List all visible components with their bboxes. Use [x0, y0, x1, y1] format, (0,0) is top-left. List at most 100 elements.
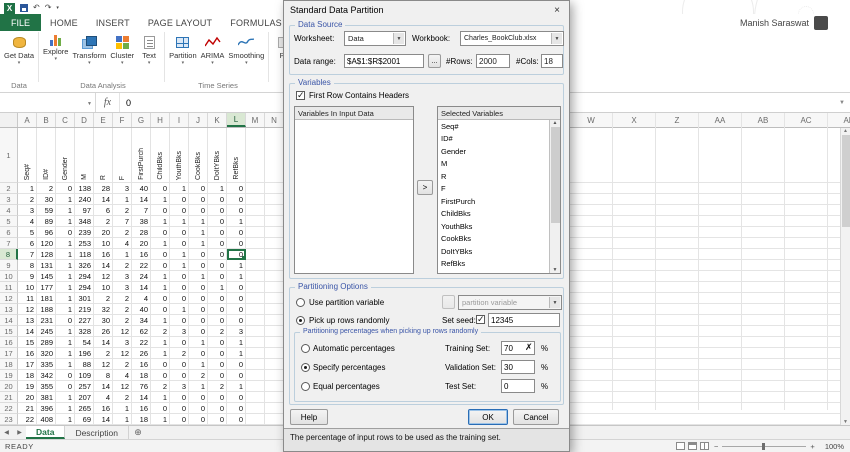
- cell-K23[interactable]: 0: [208, 414, 227, 425]
- cell-E14[interactable]: 30: [94, 315, 113, 326]
- cell-L21[interactable]: 0: [227, 392, 246, 403]
- cell-B5[interactable]: 89: [37, 216, 56, 227]
- partition-variable-picker-button[interactable]: [442, 295, 455, 309]
- column-header-AB[interactable]: AB: [742, 113, 785, 127]
- page-layout-view-icon[interactable]: [688, 442, 697, 450]
- ribbon-button-get-data[interactable]: Get Data ▾: [2, 32, 36, 65]
- cell-I16[interactable]: 0: [170, 337, 189, 348]
- cell-G23[interactable]: 18: [132, 414, 151, 425]
- cell-H13[interactable]: 0: [151, 304, 170, 315]
- cell-N22[interactable]: [265, 403, 284, 414]
- cell-E10[interactable]: 12: [94, 271, 113, 282]
- cell-H18[interactable]: 0: [151, 359, 170, 370]
- cell-N8[interactable]: [265, 249, 284, 260]
- cell-G14[interactable]: 34: [132, 315, 151, 326]
- cell-F17[interactable]: 12: [113, 348, 132, 359]
- cell-F20[interactable]: 12: [113, 381, 132, 392]
- cell-M12[interactable]: [246, 293, 265, 304]
- cell-K20[interactable]: 2: [208, 381, 227, 392]
- cell-J6[interactable]: 1: [189, 227, 208, 238]
- cell-M4[interactable]: [246, 205, 265, 216]
- column-header-D[interactable]: D: [75, 113, 94, 127]
- column-header-K[interactable]: K: [208, 113, 227, 127]
- sheet-tab-description[interactable]: Description: [65, 426, 129, 439]
- cell-K5[interactable]: 0: [208, 216, 227, 227]
- cell-H1[interactable]: ChildBks: [151, 128, 170, 183]
- cell-M10[interactable]: [246, 271, 265, 282]
- row-header-12[interactable]: 12: [0, 293, 18, 304]
- column-header-X[interactable]: X: [613, 113, 656, 127]
- cell-F5[interactable]: 7: [113, 216, 132, 227]
- cell-C6[interactable]: 0: [56, 227, 75, 238]
- pick-rows-randomly-radio[interactable]: [296, 316, 305, 325]
- cell-C8[interactable]: 1: [56, 249, 75, 260]
- empty-cells-region[interactable]: [570, 128, 840, 425]
- cell-M8[interactable]: [246, 249, 265, 260]
- cell-I14[interactable]: 0: [170, 315, 189, 326]
- row-header-4[interactable]: 4: [0, 205, 18, 216]
- cell-E9[interactable]: 14: [94, 260, 113, 271]
- selected-variable[interactable]: ChildBks: [438, 208, 560, 221]
- cell-L15[interactable]: 3: [227, 326, 246, 337]
- cell-I17[interactable]: 2: [170, 348, 189, 359]
- cell-C2[interactable]: 0: [56, 183, 75, 194]
- cell-H23[interactable]: 1: [151, 414, 170, 425]
- cell-C20[interactable]: 0: [56, 381, 75, 392]
- row-header-10[interactable]: 10: [0, 271, 18, 282]
- cell-F12[interactable]: 2: [113, 293, 132, 304]
- cell-A18[interactable]: 17: [18, 359, 37, 370]
- cell-D18[interactable]: 88: [75, 359, 94, 370]
- cell-H12[interactable]: 0: [151, 293, 170, 304]
- row-header-6[interactable]: 6: [0, 227, 18, 238]
- cell-H16[interactable]: 1: [151, 337, 170, 348]
- cell-L8[interactable]: 0: [227, 249, 246, 260]
- cell-H17[interactable]: 1: [151, 348, 170, 359]
- cell-D4[interactable]: 97: [75, 205, 94, 216]
- cell-B19[interactable]: 342: [37, 370, 56, 381]
- cell-E22[interactable]: 16: [94, 403, 113, 414]
- row-header-8[interactable]: 8: [0, 249, 18, 260]
- workbook-select[interactable]: Charles_BookClub.xlsx ▼: [460, 31, 564, 46]
- cell-B17[interactable]: 320: [37, 348, 56, 359]
- cell-M20[interactable]: [246, 381, 265, 392]
- column-header-E[interactable]: E: [94, 113, 113, 127]
- cell-I4[interactable]: 0: [170, 205, 189, 216]
- cell-N18[interactable]: [265, 359, 284, 370]
- cell-B2[interactable]: 2: [37, 183, 56, 194]
- cell-N19[interactable]: [265, 370, 284, 381]
- cell-C13[interactable]: 1: [56, 304, 75, 315]
- ribbon-tab-page-layout[interactable]: PAGE LAYOUT: [139, 14, 221, 31]
- cell-K2[interactable]: 1: [208, 183, 227, 194]
- cell-E13[interactable]: 32: [94, 304, 113, 315]
- worksheet-select[interactable]: Data ▼: [344, 31, 406, 46]
- cell-F16[interactable]: 3: [113, 337, 132, 348]
- seed-input[interactable]: [488, 313, 560, 327]
- cell-N17[interactable]: [265, 348, 284, 359]
- cell-C1[interactable]: Gender: [56, 128, 75, 183]
- cell-F11[interactable]: 3: [113, 282, 132, 293]
- cell-E17[interactable]: 2: [94, 348, 113, 359]
- cell-J19[interactable]: 2: [189, 370, 208, 381]
- selected-variable[interactable]: R: [438, 170, 560, 183]
- cell-J10[interactable]: 1: [189, 271, 208, 282]
- ribbon-tab-insert[interactable]: INSERT: [87, 14, 139, 31]
- cell-F15[interactable]: 12: [113, 326, 132, 337]
- cell-I5[interactable]: 1: [170, 216, 189, 227]
- ribbon-button-cluster[interactable]: Cluster ▾: [108, 32, 136, 65]
- row-header-21[interactable]: 21: [0, 392, 18, 403]
- cell-K15[interactable]: 2: [208, 326, 227, 337]
- cell-J7[interactable]: 1: [189, 238, 208, 249]
- zoom-level[interactable]: 100%: [825, 442, 844, 451]
- cell-D9[interactable]: 326: [75, 260, 94, 271]
- row-header-16[interactable]: 16: [0, 337, 18, 348]
- cell-N1[interactable]: [265, 128, 284, 183]
- cell-N10[interactable]: [265, 271, 284, 282]
- cell-A6[interactable]: 5: [18, 227, 37, 238]
- cell-H21[interactable]: 1: [151, 392, 170, 403]
- cell-D19[interactable]: 109: [75, 370, 94, 381]
- cell-K12[interactable]: 0: [208, 293, 227, 304]
- ribbon-tab-formulas[interactable]: FORMULAS: [221, 14, 291, 31]
- row-header-18[interactable]: 18: [0, 359, 18, 370]
- cell-J22[interactable]: 0: [189, 403, 208, 414]
- cell-M15[interactable]: [246, 326, 265, 337]
